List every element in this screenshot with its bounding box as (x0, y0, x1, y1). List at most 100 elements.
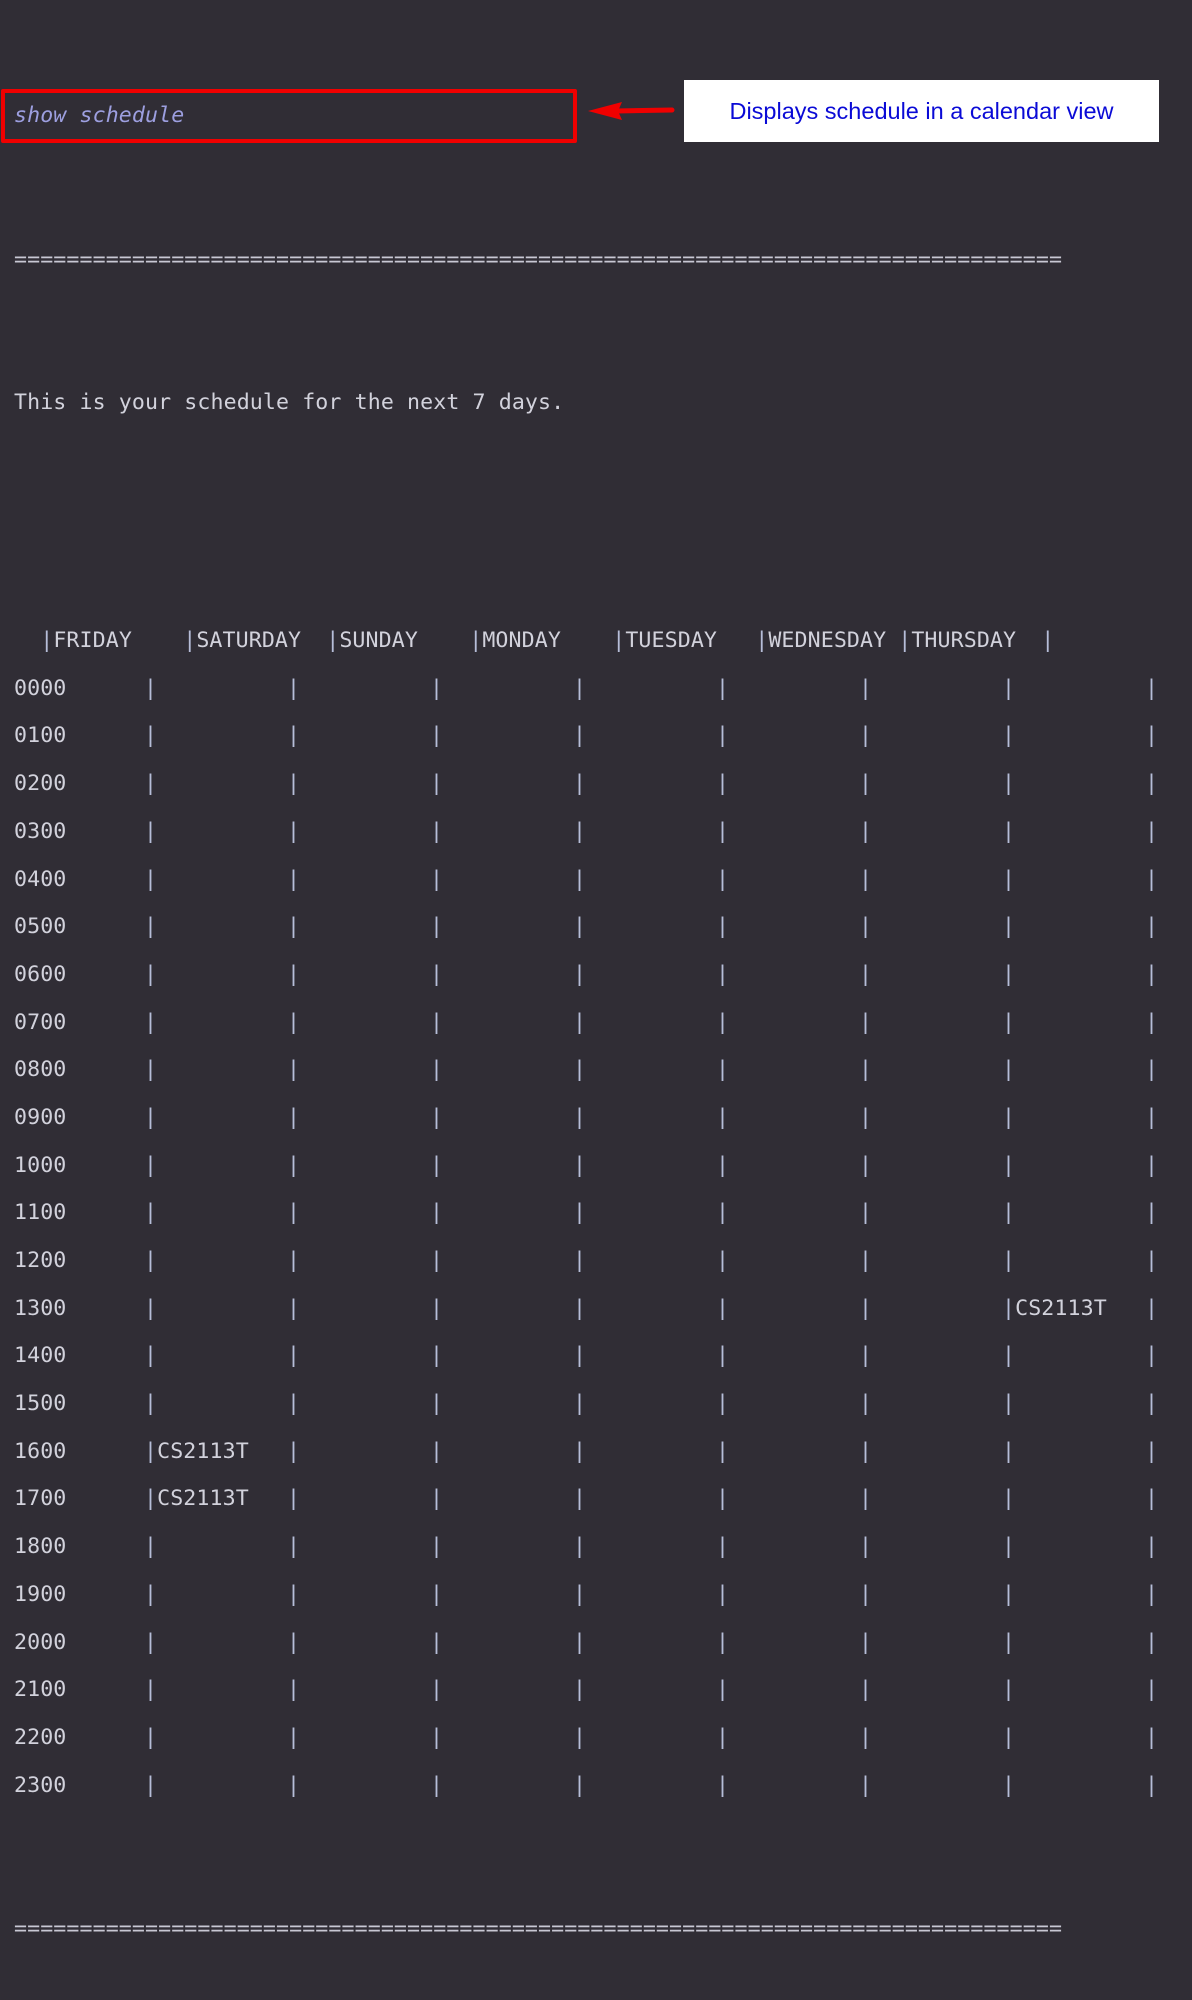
time-label: 2000 (14, 1629, 67, 1655)
schedule-cell-friday: |CS2113T (144, 1475, 287, 1523)
schedule-row-0000: 0000 | | | | | | | | (14, 665, 1158, 713)
column-divider-end: | (1041, 628, 1055, 654)
schedule-row-2300: 2300 | | | | | | | | (14, 1762, 1158, 1810)
event-label: CS2113T (157, 1438, 249, 1464)
schedule-cell-sunday: | (430, 1332, 573, 1380)
schedule-cell-monday: | (573, 1380, 716, 1428)
schedule-cell-monday: | (573, 1762, 716, 1810)
column-divider: | (287, 1057, 301, 1083)
schedule-cell-wednesday: | (859, 665, 1002, 713)
column-divider: | (859, 1200, 873, 1226)
schedule-cell-friday: | (144, 903, 287, 951)
column-divider: | (287, 675, 301, 701)
schedule-cell-sunday: | (430, 1380, 573, 1428)
schedule-cell-saturday: | (287, 665, 430, 713)
day-header-monday: |MONDAY (469, 617, 612, 665)
column-divider: | (1002, 1248, 1016, 1274)
schedule-cell-wednesday: | (859, 1237, 1002, 1285)
column-divider: | (573, 1534, 587, 1560)
column-divider: | (573, 1391, 587, 1417)
column-divider: | (287, 1534, 301, 1560)
schedule-cell-monday: | (573, 665, 716, 713)
column-divider: | (430, 1534, 444, 1560)
column-divider: | (573, 1677, 587, 1703)
schedule-cell-sunday: | (430, 999, 573, 1047)
schedule-cell-sunday: | (430, 1666, 573, 1714)
schedule-row-2000: 2000 | | | | | | | | (14, 1619, 1158, 1667)
schedule-cell-wednesday: | (859, 1666, 1002, 1714)
schedule-cell-sunday: | (430, 1237, 573, 1285)
column-divider: | (573, 675, 587, 701)
column-divider: | (287, 1724, 301, 1750)
column-divider: | (573, 1152, 587, 1178)
schedule-cell-wednesday: | (859, 1046, 1002, 1094)
column-divider: | (716, 961, 730, 987)
column-divider: | (716, 866, 730, 892)
schedule-row-1400: 1400 | | | | | | | | (14, 1332, 1158, 1380)
time-label: 2300 (14, 1772, 67, 1798)
schedule-row-1100: 1100 | | | | | | | | (14, 1189, 1158, 1237)
schedule-row-1600: 1600 |CS2113T | | | | | | | (14, 1428, 1158, 1476)
column-divider-end: | (1145, 723, 1159, 749)
column-divider: | (287, 1486, 301, 1512)
schedule-cell-monday: | (573, 1285, 716, 1333)
time-label: 1700 (14, 1486, 67, 1512)
column-divider: | (430, 675, 444, 701)
schedule-cell-tuesday: | (716, 1046, 859, 1094)
time-label: 1200 (14, 1248, 67, 1274)
schedule-cell-thursday: | (1002, 856, 1145, 904)
column-divider: | (716, 771, 730, 797)
column-divider: | (287, 1343, 301, 1369)
day-label: THURSDAY (911, 628, 1017, 654)
schedule-cell-wednesday: | (859, 760, 1002, 808)
day-label: SATURDAY (196, 628, 302, 654)
column-divider-end: | (1145, 771, 1159, 797)
time-label: 0100 (14, 723, 67, 749)
schedule-cell-thursday: | (1002, 1428, 1145, 1476)
schedule-cell-thursday: | (1002, 1714, 1145, 1762)
column-divider: | (144, 1200, 158, 1226)
schedule-cell-thursday: | (1002, 903, 1145, 951)
column-divider: | (859, 1057, 873, 1083)
column-divider: | (716, 1629, 730, 1655)
schedule-cell-tuesday: | (716, 951, 859, 999)
column-divider-end: | (1145, 1629, 1159, 1655)
schedule-cell-sunday: | (430, 1094, 573, 1142)
column-divider: | (859, 961, 873, 987)
schedule-cell-sunday: | (430, 1523, 573, 1571)
schedule-cell-wednesday: | (859, 1714, 1002, 1762)
column-divider: | (1002, 1534, 1016, 1560)
schedule-cell-thursday: | (1002, 1380, 1145, 1428)
column-divider: | (716, 675, 730, 701)
schedule-cell-tuesday: | (716, 1285, 859, 1333)
schedule-cell-tuesday: | (716, 1237, 859, 1285)
day-header-wednesday: |WEDNESDAY (755, 617, 898, 665)
schedule-cell-sunday: | (430, 1046, 573, 1094)
column-divider-end: | (1145, 1772, 1159, 1798)
schedule-cell-saturday: | (287, 999, 430, 1047)
column-divider: | (573, 1343, 587, 1369)
schedule-cell-friday: | (144, 1237, 287, 1285)
column-divider: | (144, 1343, 158, 1369)
schedule-cell-monday: | (573, 1142, 716, 1190)
schedule-cell-friday: | (144, 951, 287, 999)
column-divider-end: | (1145, 1057, 1159, 1083)
schedule-cell-friday: | (144, 1189, 287, 1237)
column-divider: | (430, 1438, 444, 1464)
schedule-row-1300: 1300 | | | | | | |CS2113T | (14, 1285, 1158, 1333)
schedule-cell-wednesday: | (859, 1619, 1002, 1667)
schedule-cell-thursday: | (1002, 1475, 1145, 1523)
schedule-cell-wednesday: | (859, 1285, 1002, 1333)
schedule-row-1800: 1800 | | | | | | | | (14, 1523, 1158, 1571)
column-divider: | (573, 1057, 587, 1083)
day-header-thursday: |THURSDAY (898, 617, 1041, 665)
column-divider: | (287, 723, 301, 749)
schedule-cell-saturday: | (287, 1571, 430, 1619)
schedule-cell-thursday: | (1002, 1523, 1145, 1571)
schedule-cell-saturday: | (287, 951, 430, 999)
column-divider: | (859, 1104, 873, 1130)
time-label: 0700 (14, 1009, 67, 1035)
schedule-cell-sunday: | (430, 903, 573, 951)
column-divider-end: | (1145, 1104, 1159, 1130)
column-divider: | (430, 961, 444, 987)
